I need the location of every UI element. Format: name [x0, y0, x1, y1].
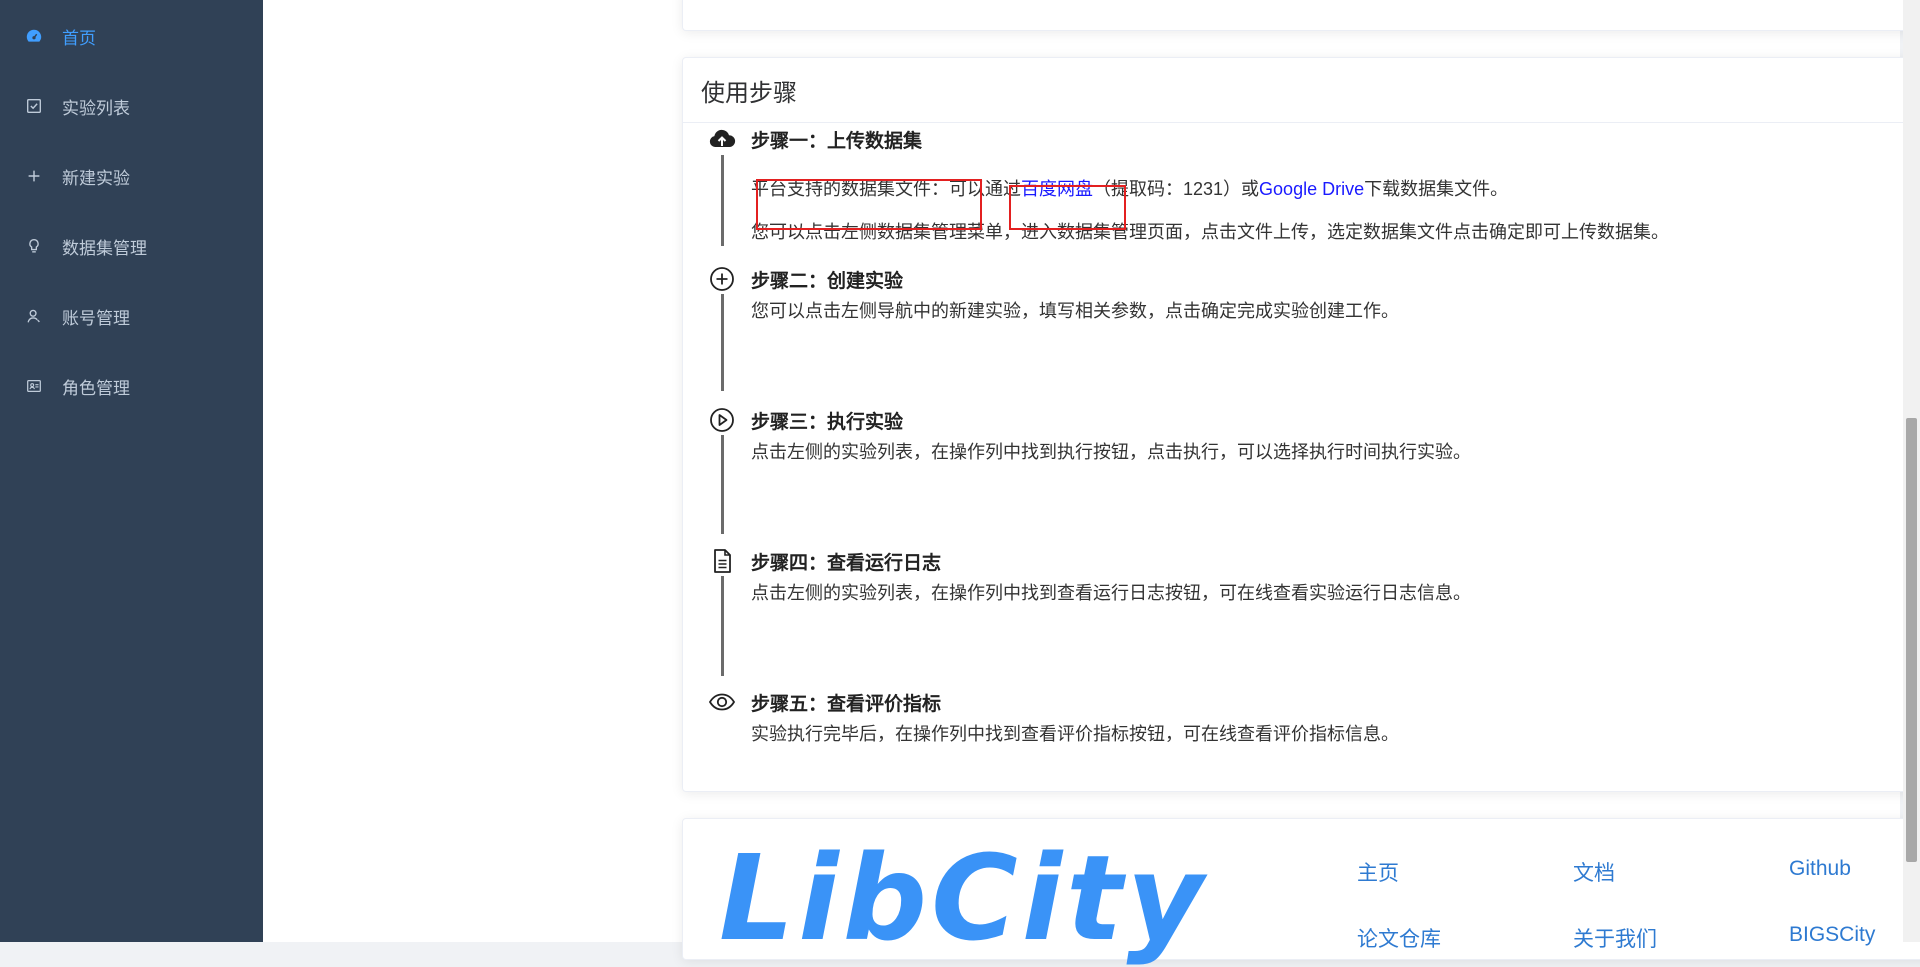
plus-icon	[25, 167, 43, 185]
highlight-box-baidu-pan	[756, 179, 982, 230]
footer-link-home[interactable]: 主页	[1357, 857, 1399, 887]
checkbox-icon	[25, 97, 43, 115]
step2-title: 步骤二：创建实验	[751, 271, 904, 292]
step5-text: 实验执行完毕后，在操作列中找到查看评价指标按钮，可在线查看评价指标信息。	[751, 724, 1399, 744]
sidebar-item-label: 账号管理	[62, 308, 130, 328]
sidebar-item-label: 新建实验	[62, 168, 130, 188]
dashboard-icon	[25, 27, 43, 45]
top-card	[682, 0, 1920, 31]
steps-card: 使用步骤 步骤一：上传数据集 平台支持的数据集文件：可以通过百度网盘（提取码：1…	[682, 57, 1920, 792]
timeline-line	[721, 431, 724, 534]
document-icon	[707, 546, 737, 576]
plus-circle-icon	[707, 264, 737, 294]
step2-text: 您可以点击左侧导航中的新建实验，填写相关参数，点击确定完成实验创建工作。	[751, 301, 1399, 321]
step4-text: 点击左侧的实验列表，在操作列中找到查看运行日志按钮，可在线查看实验运行日志信息。	[751, 583, 1471, 603]
sidebar-item-roles[interactable]: 角色管理	[0, 351, 263, 421]
footer-card: LibCity 主页 文档 Github 论文仓库 关于我们 BIGSCity	[682, 818, 1920, 960]
footer-link-github[interactable]: Github	[1789, 857, 1851, 881]
footer-link-docs[interactable]: 文档	[1573, 857, 1615, 887]
sidebar-item-accounts[interactable]: 账号管理	[0, 281, 263, 351]
step1-suffix: 下载数据集文件。	[1364, 179, 1509, 199]
sidebar: 首页 实验列表 新建实验 数据集管理 账号管理 角色管理	[0, 0, 263, 942]
id-card-icon	[25, 377, 43, 395]
sidebar-item-label: 角色管理	[62, 378, 130, 398]
sidebar-item-datasets[interactable]: 数据集管理	[0, 211, 263, 281]
google-drive-link[interactable]: Google Drive	[1259, 179, 1364, 199]
step5-title: 步骤五：查看评价指标	[751, 694, 942, 715]
sidebar-item-home[interactable]: 首页	[0, 1, 263, 71]
bulb-icon	[25, 237, 43, 255]
or-text: 或	[1241, 179, 1260, 199]
cloud-upload-icon	[707, 125, 737, 155]
play-circle-icon	[707, 405, 737, 435]
step1-title: 步骤一：上传数据集	[751, 131, 923, 152]
eye-icon	[707, 687, 737, 717]
timeline-line	[721, 573, 724, 676]
step3-title: 步骤三：执行实验	[751, 412, 904, 433]
footer-link-bigscity[interactable]: BIGSCity	[1789, 923, 1875, 947]
sidebar-item-label: 首页	[62, 28, 96, 48]
timeline-line	[721, 151, 724, 246]
scrollbar[interactable]	[1903, 0, 1920, 942]
main-content: 使用步骤 步骤一：上传数据集 平台支持的数据集文件：可以通过百度网盘（提取码：1…	[263, 0, 1920, 960]
footer-link-papers[interactable]: 论文仓库	[1357, 923, 1441, 953]
libcity-logo: LibCity	[719, 829, 1208, 967]
card-title: 使用步骤	[683, 58, 1920, 123]
step4-title: 步骤四：查看运行日志	[751, 553, 942, 574]
user-icon	[25, 307, 43, 325]
sidebar-item-experiments[interactable]: 实验列表	[0, 71, 263, 141]
sidebar-item-new-experiment[interactable]: 新建实验	[0, 141, 263, 211]
scrollbar-thumb[interactable]	[1906, 418, 1917, 862]
sidebar-item-label: 数据集管理	[62, 238, 147, 258]
step3-text: 点击左侧的实验列表，在操作列中找到执行按钮，点击执行，可以选择执行时间执行实验。	[751, 442, 1471, 462]
sidebar-item-label: 实验列表	[62, 98, 130, 118]
highlight-box-google-drive	[1009, 185, 1126, 230]
timeline-line	[721, 291, 724, 391]
footer-link-about[interactable]: 关于我们	[1573, 923, 1657, 953]
